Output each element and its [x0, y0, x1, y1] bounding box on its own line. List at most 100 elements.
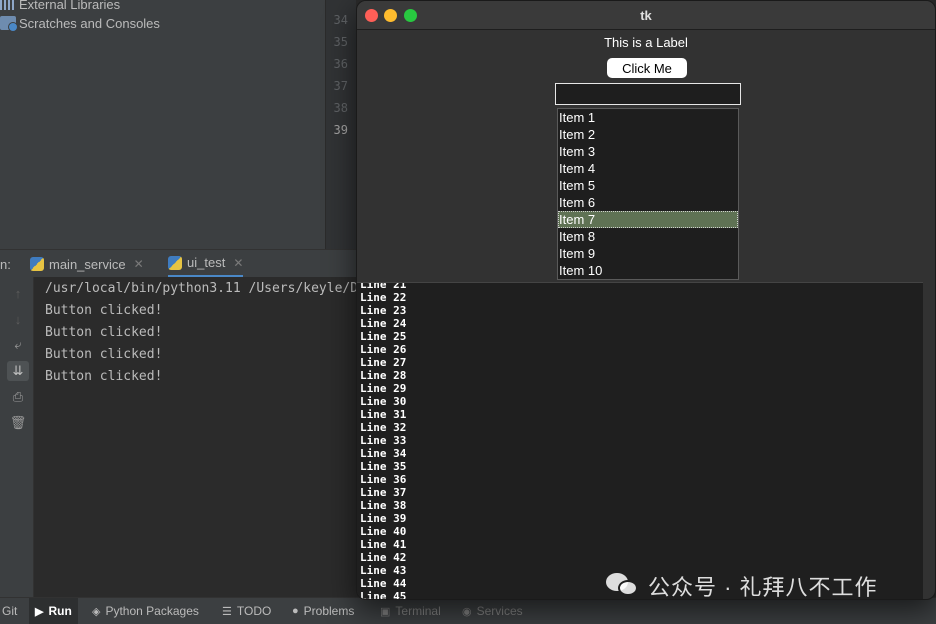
text-line: Line 40 — [360, 525, 407, 538]
python-icon — [168, 255, 182, 270]
listbox-item[interactable]: Item 9 — [558, 245, 738, 262]
listbox-item[interactable]: Item 2 — [558, 126, 738, 143]
listbox-item[interactable]: Item 8 — [558, 228, 738, 245]
text-line: Line 44 — [360, 577, 407, 590]
text-line: Line 43 — [360, 564, 407, 577]
python-packages-tool-button[interactable]: ◈ Python Packages — [92, 598, 199, 624]
terminal-tool-button[interactable]: ▣ Terminal — [380, 598, 441, 624]
text-line: Line 23 — [360, 304, 407, 317]
watermark: 公众号 · 礼拜八不工作 — [606, 569, 878, 603]
text-line: Line 33 — [360, 434, 407, 447]
window-title: tk — [640, 8, 652, 23]
todo-label: TODO — [236, 604, 272, 618]
text-line: Line 38 — [360, 499, 407, 512]
run-label: Run — [48, 604, 72, 618]
wechat-icon — [606, 573, 640, 599]
text-line: Line 36 — [360, 473, 407, 486]
tk-window: tk This is a Label Click Me Item 1 Item … — [356, 0, 936, 600]
console-output-line: Button clicked! — [45, 303, 163, 318]
problems-tool-button[interactable]: ● Problems — [292, 598, 354, 624]
git-tool-button[interactable]: Git — [2, 598, 17, 624]
text-line: Line 34 — [360, 447, 407, 460]
services-icon: ◉ — [462, 605, 472, 618]
scroll-to-end-icon[interactable]: ⇊ — [7, 361, 29, 381]
text-line: Line 24 — [360, 317, 407, 330]
close-icon[interactable]: ✕ — [134, 257, 144, 271]
text-line: Line 37 — [360, 486, 407, 499]
problems-label: Problems — [303, 604, 355, 618]
listbox-item-selected[interactable]: Item 7 — [558, 211, 738, 228]
line-number: 37 — [333, 79, 348, 93]
terminal-label: Terminal — [395, 604, 441, 618]
text-line: Line 41 — [360, 538, 407, 551]
terminal-icon: ▣ — [380, 605, 391, 618]
text-line: Line 39 — [360, 512, 407, 525]
services-tool-button[interactable]: ◉ Services — [462, 598, 523, 624]
down-arrow-icon[interactable]: ↓ — [7, 309, 29, 329]
line-number: 35 — [333, 35, 348, 49]
packages-icon: ◈ — [92, 605, 101, 618]
tk-label: This is a Label — [604, 35, 688, 50]
run-icon: ▶ — [35, 605, 44, 618]
watermark-text: 公众号 · 礼拜八不工作 — [648, 575, 878, 600]
problems-icon: ● — [292, 605, 299, 617]
tk-text-widget[interactable]: Line 21 Line 22 Line 23 Line 24 Line 25 … — [357, 282, 923, 599]
tab-ui-test[interactable]: ui_test ✕ — [168, 250, 244, 278]
up-arrow-icon[interactable]: ↑ — [7, 283, 29, 303]
text-line: Line 25 — [360, 330, 407, 343]
current-line-number: 39 — [333, 123, 348, 137]
text-line: Line 21 — [360, 282, 407, 291]
listbox-item[interactable]: Item 6 — [558, 194, 738, 211]
close-icon[interactable]: ✕ — [233, 256, 243, 270]
print-icon[interactable]: ⎙ — [7, 387, 29, 407]
text-line: Line 30 — [360, 395, 407, 408]
console-output-line: Button clicked! — [45, 347, 163, 362]
text-line: Line 45 — [360, 590, 407, 599]
tree-item-scratches[interactable]: Scratches and Consoles — [0, 13, 160, 33]
todo-icon: ☰ — [222, 605, 232, 618]
git-label: Git — [2, 604, 18, 618]
text-line: Line 26 — [360, 343, 407, 356]
project-panel: External Libraries Scratches and Console… — [0, 0, 325, 249]
text-line: Line 35 — [360, 460, 407, 473]
run-side-toolbar: ↑ ↓ ⤶ ⇊ ⎙ 🗑 — [0, 277, 34, 597]
trash-icon[interactable]: 🗑 — [7, 413, 29, 433]
services-label: Services — [476, 604, 523, 618]
line-number-gutter: 34 35 36 37 38 39 — [326, 0, 356, 249]
run-label: n: — [0, 257, 11, 272]
window-titlebar[interactable]: tk — [357, 1, 935, 30]
python-packages-label: Python Packages — [105, 604, 199, 618]
text-line: Line 42 — [360, 551, 407, 564]
scratches-icon — [0, 16, 18, 32]
listbox-item[interactable]: Item 10 — [558, 262, 738, 279]
tab-main-service[interactable]: main_service ✕ — [30, 250, 144, 278]
console-output-line: Button clicked! — [45, 325, 163, 340]
todo-tool-button[interactable]: ☰ TODO — [222, 598, 271, 624]
soft-wrap-icon[interactable]: ⤶ — [7, 335, 29, 355]
text-line: Line 22 — [360, 291, 407, 304]
text-line: Line 27 — [360, 356, 407, 369]
tab-label: main_service — [49, 256, 126, 272]
click-me-button[interactable]: Click Me — [607, 58, 687, 78]
text-line: Line 29 — [360, 382, 407, 395]
tree-item-label: Scratches and Consoles — [19, 15, 160, 31]
listbox-item[interactable]: Item 1 — [558, 109, 738, 126]
listbox-item[interactable]: Item 4 — [558, 160, 738, 177]
console-output-line: Button clicked! — [45, 369, 163, 384]
tk-entry-field[interactable] — [555, 83, 741, 105]
line-number: 34 — [333, 13, 348, 27]
run-tool-button[interactable]: ▶ Run — [29, 598, 78, 624]
console-command-line: /usr/local/bin/python3.11 /Users/keyle/D — [45, 281, 359, 296]
line-number: 38 — [333, 101, 348, 115]
tree-item-external-libraries[interactable]: External Libraries — [0, 0, 120, 14]
python-icon — [30, 257, 44, 271]
text-line: Line 28 — [360, 369, 407, 382]
line-number: 36 — [333, 57, 348, 71]
text-line: Line 32 — [360, 421, 407, 434]
tab-label: ui_test — [187, 255, 226, 270]
text-line: Line 31 — [360, 408, 407, 421]
tk-listbox[interactable]: Item 1 Item 2 Item 3 Item 4 Item 5 Item … — [557, 108, 739, 280]
listbox-item[interactable]: Item 5 — [558, 177, 738, 194]
listbox-item[interactable]: Item 3 — [558, 143, 738, 160]
tree-item-label: External Libraries — [19, 0, 121, 12]
